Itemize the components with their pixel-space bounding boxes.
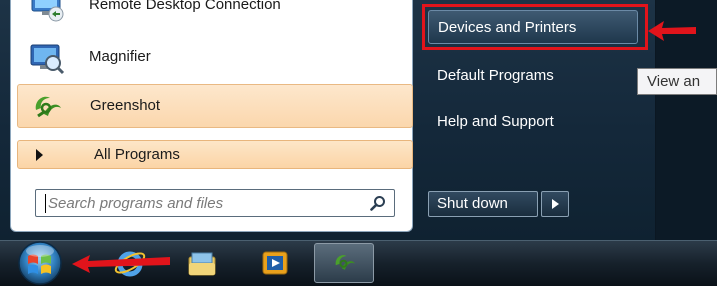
tooltip: View an [637,68,717,95]
program-magnifier[interactable]: Magnifier [17,36,413,80]
greenshot-icon [335,255,355,270]
programs-pane: Remote Desktop Connection Magnifier Gree… [10,0,413,232]
play-arrow-icon [36,149,43,161]
shutdown-label: Shut down [437,195,508,212]
text-caret [45,194,46,213]
chevron-right-icon [552,199,559,209]
search-box[interactable] [35,189,395,217]
search-icon[interactable] [370,195,386,211]
start-orb-icon[interactable] [10,239,70,285]
program-label: Magnifier [89,48,151,65]
annotation-arrow-icon [648,21,696,41]
shutdown-button[interactable]: Shut down [428,191,538,217]
search-input[interactable] [48,193,348,213]
all-programs-label: All Programs [94,146,180,163]
taskbar-greenshot-button[interactable] [314,243,374,283]
all-programs-button[interactable]: All Programs [17,140,413,169]
help-and-support-item[interactable]: Help and Support [437,113,554,130]
magnifier-icon [30,44,65,75]
windows-explorer-icon[interactable] [184,245,220,281]
shutdown-options-button[interactable] [541,191,569,217]
media-player-icon[interactable] [257,245,293,281]
annotation-arrow-icon [72,255,170,273]
start-menu: Remote Desktop Connection Magnifier Gree… [0,0,656,240]
tooltip-text: View an [647,73,701,90]
annotation-highlight-box [422,4,648,50]
program-greenshot[interactable]: Greenshot [17,84,413,128]
greenshot-icon [35,96,61,118]
program-label: Remote Desktop Connection [89,0,281,13]
program-label: Greenshot [90,97,161,114]
program-remote-desktop-connection[interactable]: Remote Desktop Connection [17,0,413,28]
default-programs-item[interactable]: Default Programs [437,67,554,84]
remote-desktop-icon [31,0,64,22]
